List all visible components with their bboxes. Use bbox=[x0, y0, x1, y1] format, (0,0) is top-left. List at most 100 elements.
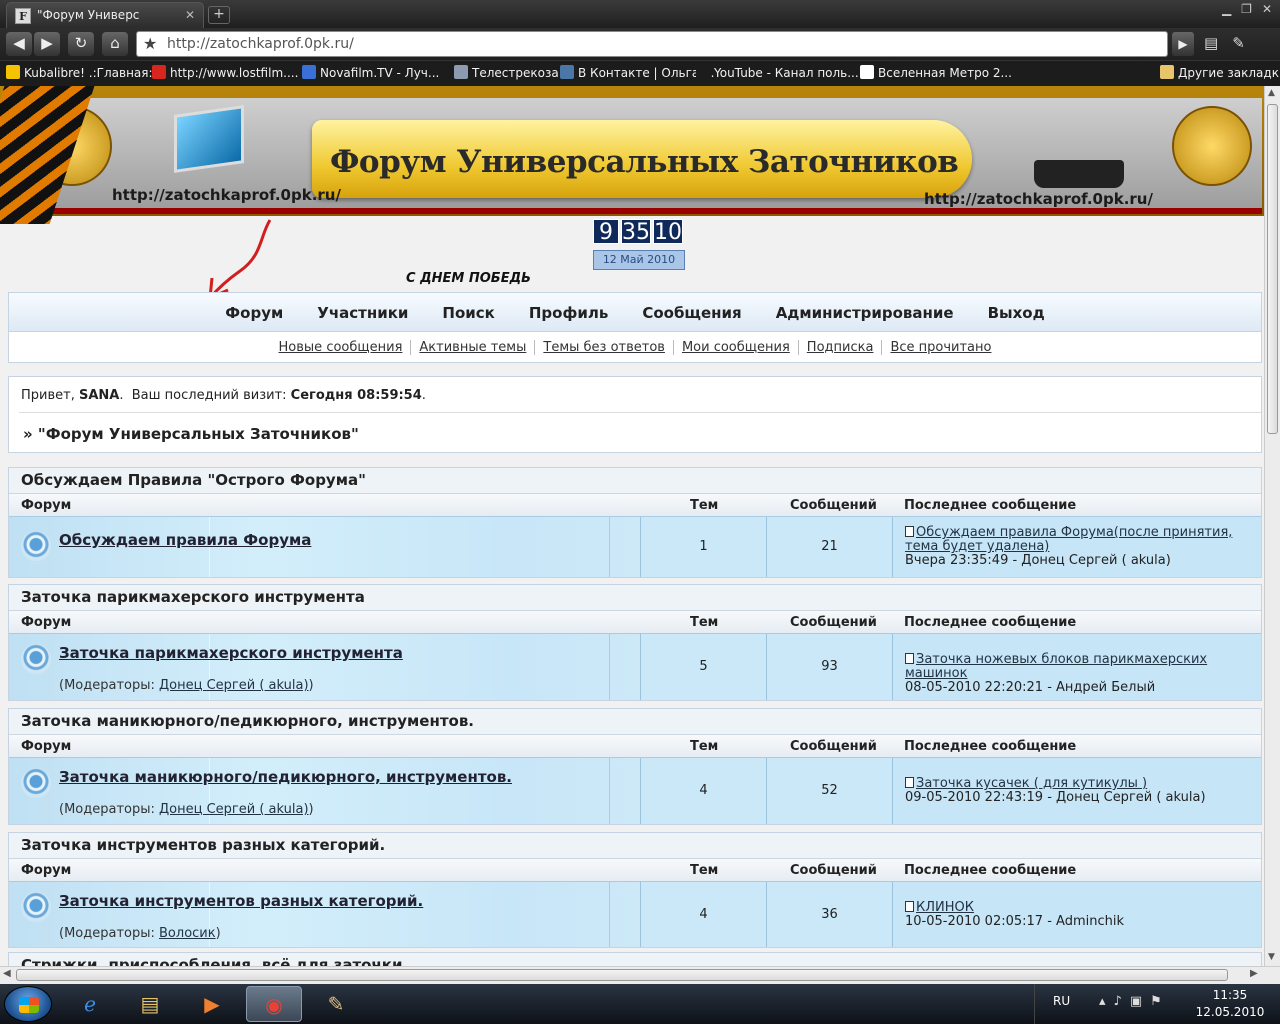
browser-toolbar: ◀ ▶ ↻ ⌂ ★ ▶ ▤ ✎ bbox=[0, 28, 1280, 60]
category-title[interactable]: Заточка маникюрного/педикюрного, инструм… bbox=[21, 712, 474, 730]
table-row: Обсуждаем правила Форума 1 21 Обсуждаем … bbox=[9, 516, 1261, 577]
vertical-scroll-thumb[interactable] bbox=[1267, 104, 1278, 434]
action-center-flag-icon[interactable]: ⚑ bbox=[1150, 994, 1162, 1009]
minimize-icon[interactable]: ▁ bbox=[1222, 2, 1231, 16]
close-tab-icon[interactable]: ✕ bbox=[185, 3, 195, 27]
topic-count: 1 bbox=[699, 539, 708, 554]
subnav-new-posts[interactable]: Новые сообщения bbox=[271, 340, 411, 355]
document-icon bbox=[905, 526, 914, 537]
moderators: (Модераторы: Донец Сергей ( akula)) bbox=[59, 802, 314, 817]
start-button[interactable] bbox=[4, 986, 52, 1022]
nav-forum[interactable]: Форум bbox=[225, 304, 283, 322]
last-post: Заточка кусачек ( для кутикулы ) 09-05-2… bbox=[905, 777, 1255, 805]
moderators: (Модераторы: Волосик) bbox=[59, 926, 221, 941]
last-post-link[interactable]: Заточка ножевых блоков парикмахерских ма… bbox=[905, 652, 1207, 681]
subnav-unanswered[interactable]: Темы без ответов bbox=[534, 339, 673, 355]
clock-minutes: 35 bbox=[621, 219, 651, 245]
nav-messages[interactable]: Сообщения bbox=[642, 304, 741, 322]
clock-tray[interactable]: 11:35 12.05.2010 bbox=[1185, 987, 1275, 1021]
category-title[interactable]: Обсуждаем Правила "Острого Форума" bbox=[21, 471, 366, 489]
bookmark-item[interactable]: Kubalibre! .:Главная:. bbox=[6, 65, 156, 81]
vertical-scrollbar[interactable]: ▲ ▼ bbox=[1264, 86, 1280, 966]
paint-icon[interactable]: ✎ bbox=[308, 986, 364, 1022]
other-bookmarks-folder[interactable]: Другие закладки bbox=[1160, 65, 1280, 81]
scroll-left-icon[interactable]: ◀ bbox=[3, 968, 11, 979]
last-post-link[interactable]: Заточка кусачек ( для кутикулы ) bbox=[916, 776, 1147, 791]
forum-link[interactable]: Обсуждаем правила Форума bbox=[59, 531, 311, 549]
nav-administration[interactable]: Администрирование bbox=[776, 304, 954, 322]
scroll-down-icon[interactable]: ▼ bbox=[1268, 952, 1275, 962]
bookmark-item[interactable]: В Контакте | Ольга ... bbox=[560, 65, 715, 81]
nav-logout[interactable]: Выход bbox=[988, 304, 1045, 322]
last-post-meta: 10-05-2010 02:05:17 - Adminchik bbox=[905, 914, 1124, 929]
windows-logo-icon bbox=[19, 997, 39, 1013]
language-indicator[interactable]: RU bbox=[1053, 994, 1070, 1008]
forum-link[interactable]: Заточка маникюрного/педикюрного, инструм… bbox=[59, 768, 512, 786]
tray-arrow-icon[interactable]: ▴ bbox=[1099, 994, 1106, 1009]
chrome-icon[interactable]: ◉ bbox=[246, 986, 302, 1022]
banner-image: Форум Универсальных Заточников http://za… bbox=[12, 98, 1262, 214]
sub-navigation: Новые сообщения Активные темы Темы без о… bbox=[8, 332, 1262, 363]
explorer-folder-icon[interactable]: ▤ bbox=[122, 986, 178, 1022]
new-tab-button[interactable]: + bbox=[208, 6, 230, 24]
home-button[interactable]: ⌂ bbox=[102, 32, 128, 56]
bookmark-item[interactable]: Телестрекоза bbox=[454, 65, 559, 81]
bookmark-item[interactable]: Novafilm.TV - Луч... bbox=[302, 65, 439, 81]
breadcrumb[interactable]: » "Форум Универсальных Заточников" bbox=[23, 425, 359, 443]
subnav-my-posts[interactable]: Мои сообщения bbox=[672, 339, 798, 355]
bookmark-item[interactable]: YouTube - Канал поль... bbox=[696, 65, 859, 81]
url-input[interactable] bbox=[167, 35, 1157, 53]
forum-category: Заточка инструментов разных категорий. Ф… bbox=[8, 832, 1262, 948]
moderator-link[interactable]: Волосик bbox=[159, 926, 216, 941]
maximize-icon[interactable]: ❐ bbox=[1241, 2, 1252, 16]
moderator-link[interactable]: Донец Сергей ( akula) bbox=[159, 678, 309, 693]
nav-profile[interactable]: Профиль bbox=[529, 304, 608, 322]
tab-strip: F "Форум Универс ✕ + ▁ ❐ ✕ bbox=[0, 0, 1280, 28]
subnav-mark-all-read[interactable]: Все прочитано bbox=[881, 339, 999, 355]
table-row: Заточка инструментов разных категорий. (… bbox=[9, 881, 1261, 947]
horizontal-scroll-thumb[interactable] bbox=[16, 969, 1228, 981]
divider bbox=[19, 412, 1261, 413]
reload-button[interactable]: ↻ bbox=[68, 32, 94, 56]
topic-count: 4 bbox=[699, 783, 708, 798]
bookmark-star-icon[interactable]: ★ bbox=[143, 34, 157, 53]
moderator-link[interactable]: Донец Сергей ( akula) bbox=[159, 802, 309, 817]
category-title[interactable]: Стрижки, приспособления, всё для заточки… bbox=[21, 956, 420, 966]
banner-url-right: http://zatochkaprof.0pk.ru/ bbox=[924, 190, 1153, 208]
last-post-link[interactable]: КЛИНОК bbox=[916, 900, 974, 915]
horizontal-scrollbar[interactable]: ◀ ▶ bbox=[0, 966, 1280, 984]
scroll-right-icon[interactable]: ▶ bbox=[1250, 968, 1258, 979]
nav-search[interactable]: Поиск bbox=[442, 304, 494, 322]
category-title[interactable]: Заточка инструментов разных категорий. bbox=[21, 836, 385, 854]
windows-taskbar: ℯ ▤ ▶ ◉ ✎ RU ▴ ♪ ▣ ⚑ 11:35 12.05.2010 bbox=[0, 984, 1280, 1024]
subnav-subscriptions[interactable]: Подписка bbox=[797, 339, 882, 355]
post-count: 21 bbox=[821, 539, 838, 554]
forward-button[interactable]: ▶ bbox=[34, 32, 60, 56]
internet-explorer-icon[interactable]: ℯ bbox=[62, 986, 118, 1022]
network-icon[interactable]: ▣ bbox=[1130, 994, 1142, 1009]
laptop-icon bbox=[174, 105, 244, 173]
table-row: Заточка маникюрного/педикюрного, инструм… bbox=[9, 757, 1261, 824]
bookmark-item[interactable]: Вселенная Метро 2... bbox=[860, 65, 1012, 81]
last-post-link[interactable]: Обсуждаем правила Форума(после принятия,… bbox=[905, 525, 1232, 554]
page-menu-icon[interactable]: ▤ bbox=[1204, 34, 1218, 52]
address-bar[interactable]: ★ bbox=[136, 31, 1168, 57]
forum-link[interactable]: Заточка парикмахерского инструмента bbox=[59, 644, 403, 662]
bookmark-item[interactable]: http://www.lostfilm.... bbox=[152, 65, 298, 81]
window-controls: ▁ ❐ ✕ bbox=[1222, 2, 1272, 16]
back-button[interactable]: ◀ bbox=[6, 32, 32, 56]
category-title[interactable]: Заточка парикмахерского инструмента bbox=[21, 588, 365, 606]
volume-icon[interactable]: ♪ bbox=[1114, 994, 1122, 1009]
subnav-active-topics[interactable]: Активные темы bbox=[410, 339, 534, 355]
go-button[interactable]: ▶ bbox=[1172, 32, 1194, 56]
scroll-up-icon[interactable]: ▲ bbox=[1268, 88, 1275, 98]
wrench-menu-icon[interactable]: ✎ bbox=[1232, 34, 1245, 52]
moderators: (Модераторы: Донец Сергей ( akula)) bbox=[59, 678, 314, 693]
media-player-icon[interactable]: ▶ bbox=[184, 986, 240, 1022]
close-window-icon[interactable]: ✕ bbox=[1262, 2, 1272, 16]
username: SANA bbox=[78, 388, 120, 403]
browser-tab[interactable]: F "Форум Универс ✕ bbox=[6, 2, 204, 28]
forum-link[interactable]: Заточка инструментов разных категорий. bbox=[59, 892, 423, 910]
topic-count: 4 bbox=[699, 907, 708, 922]
nav-members[interactable]: Участники bbox=[317, 304, 408, 322]
